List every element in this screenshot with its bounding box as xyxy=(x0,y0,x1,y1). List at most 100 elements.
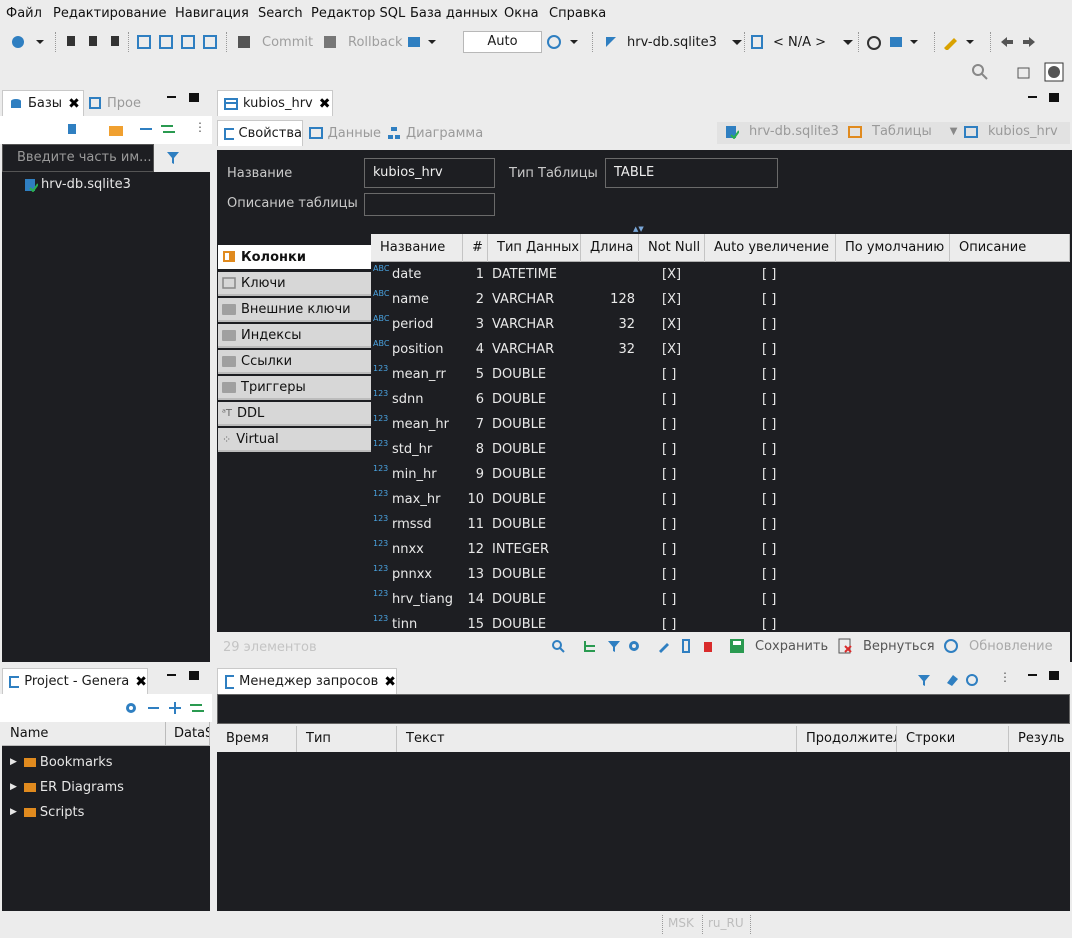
tab-kubios-hrv[interactable]: kubios_hrv ✖ xyxy=(217,90,333,116)
table-description-field[interactable] xyxy=(364,193,495,216)
tx-icon-3[interactable] xyxy=(180,32,196,52)
project-item-scripts[interactable]: ▶ Scripts xyxy=(10,801,84,823)
breadcrumb-datasource[interactable]: hrv-db.sqlite3 xyxy=(725,124,839,139)
project-item-bookmarks[interactable]: ▶ Bookmarks xyxy=(10,751,113,773)
tx-log-icon[interactable] xyxy=(546,32,580,52)
col-header-number[interactable]: # xyxy=(463,234,488,262)
table-row[interactable]: 123 std_hr 8 DOUBLE [ ] [ ] xyxy=(371,438,1070,463)
view-menu-icon[interactable]: ⋮ xyxy=(194,120,206,134)
menu-navigation[interactable]: Навигация xyxy=(175,6,249,21)
filter-icon[interactable] xyxy=(607,639,621,653)
maximize-icon[interactable] xyxy=(189,671,199,680)
filter-icon[interactable] xyxy=(917,673,931,687)
tab-triggers[interactable]: Триггеры xyxy=(218,376,371,400)
qm-col-result[interactable]: Резуль xyxy=(1009,726,1070,752)
close-icon[interactable]: ✖ xyxy=(384,674,396,690)
menu-sql-editor[interactable]: Редактор SQL xyxy=(311,6,405,21)
project-item-er-diagrams[interactable]: ▶ ER Diagrams xyxy=(10,776,124,798)
tab-projects[interactable]: Прое xyxy=(88,90,148,116)
link-icon[interactable] xyxy=(160,122,176,136)
menu-search[interactable]: Search xyxy=(258,6,303,21)
table-row[interactable]: 123 max_hr 10 DOUBLE [ ] [ ] xyxy=(371,488,1070,513)
table-row[interactable]: 123 min_hr 9 DOUBLE [ ] [ ] xyxy=(371,463,1070,488)
tab-project-general[interactable]: Project - Genera ✖ xyxy=(2,668,148,694)
col-header-auto-increment[interactable]: Auto увеличение xyxy=(705,234,836,262)
pencil-icon[interactable] xyxy=(942,32,978,52)
tab-references[interactable]: Ссылки xyxy=(218,350,371,374)
table-row[interactable]: 123 mean_hr 7 DOUBLE [ ] [ ] xyxy=(371,413,1070,438)
splitter-arrows-icon[interactable]: ▲▼ xyxy=(633,225,644,233)
clear-icon[interactable] xyxy=(945,673,959,687)
tree-icon[interactable] xyxy=(583,639,597,653)
tab-databases[interactable]: Базы ✖ xyxy=(2,90,84,116)
gear-icon[interactable] xyxy=(124,701,138,715)
search-icon[interactable] xyxy=(551,639,565,653)
table-row[interactable]: ABC date 1 DATETIME [X] [ ] xyxy=(371,263,1070,288)
table-row[interactable]: 123 hrv_tiang 14 DOUBLE [ ] [ ] xyxy=(371,588,1070,613)
tab-ddl[interactable]: ᵃT DDL xyxy=(218,402,371,426)
dbeaver-perspective-icon[interactable] xyxy=(1044,62,1064,82)
menu-edit[interactable]: Редактирование xyxy=(53,6,166,21)
close-icon[interactable]: ✖ xyxy=(319,96,331,112)
qm-col-duration[interactable]: Продолжител xyxy=(797,726,897,752)
link-icon[interactable] xyxy=(189,701,205,715)
qm-col-time[interactable]: Время xyxy=(217,726,297,752)
revert-button[interactable]: Вернуться xyxy=(837,638,935,654)
new-connection-icon[interactable] xyxy=(10,32,44,52)
table-row[interactable]: 123 nnxx 12 INTEGER [ ] [ ] xyxy=(371,538,1070,563)
rollback-button[interactable]: Rollback xyxy=(322,32,403,52)
col-header-description[interactable]: Описание xyxy=(950,234,1070,262)
tab-data[interactable]: Данные xyxy=(309,120,381,146)
maximize-icon[interactable] xyxy=(1049,671,1059,680)
refresh-icon[interactable] xyxy=(965,673,979,687)
tx-icon-2[interactable] xyxy=(158,32,174,52)
edit-icon[interactable] xyxy=(657,639,671,653)
add-connection-icon[interactable] xyxy=(64,122,80,138)
collapse-icon[interactable] xyxy=(140,128,152,130)
project-col-datasource[interactable]: DataSo xyxy=(166,722,210,746)
tab-foreign-keys[interactable]: Внешние ключи xyxy=(218,298,371,322)
qm-col-rows[interactable]: Строки xyxy=(897,726,1009,752)
menu-file[interactable]: Файл xyxy=(6,6,42,21)
query-filter-input[interactable] xyxy=(217,694,1070,724)
collapse-icon[interactable] xyxy=(148,707,159,709)
disconnect-icon[interactable] xyxy=(86,32,100,52)
save-button[interactable]: Сохранить xyxy=(729,638,828,654)
table-row[interactable]: 123 tinn 15 DOUBLE [ ] [ ] xyxy=(371,613,1070,630)
qm-col-type[interactable]: Тип xyxy=(297,726,397,752)
filter-input[interactable]: Введите часть им... xyxy=(2,144,154,172)
col-header-default[interactable]: По умолчанию xyxy=(836,234,950,262)
connect-icon[interactable] xyxy=(64,32,78,52)
table-row[interactable]: 123 mean_rr 5 DOUBLE [ ] [ ] xyxy=(371,363,1070,388)
table-name-field[interactable]: kubios_hrv xyxy=(364,158,495,188)
breadcrumb-table[interactable]: kubios_hrv xyxy=(964,124,1058,139)
tab-columns[interactable]: Колонки xyxy=(218,245,371,269)
menu-window[interactable]: Окна xyxy=(504,6,539,21)
expand-icon[interactable] xyxy=(168,701,182,715)
qm-col-text[interactable]: Текст xyxy=(397,726,797,752)
table-row[interactable]: 123 rmssd 11 DOUBLE [ ] [ ] xyxy=(371,513,1070,538)
menu-database[interactable]: База данных xyxy=(410,6,498,21)
refresh-button[interactable]: Обновление xyxy=(943,638,1053,654)
search-icon[interactable] xyxy=(972,64,988,80)
minimize-icon[interactable] xyxy=(167,96,176,98)
minimize-icon[interactable] xyxy=(1028,674,1037,676)
filter-icon[interactable] xyxy=(166,150,192,166)
minimize-icon[interactable] xyxy=(1028,96,1037,98)
add-column-icon[interactable] xyxy=(679,639,693,653)
tree-node-database[interactable]: hrv-db.sqlite3 xyxy=(24,177,131,192)
expand-arrow-icon[interactable]: ▶ xyxy=(10,782,17,792)
schema-selector[interactable]: < N/A > xyxy=(749,32,856,52)
col-header-not-null[interactable]: Not Null xyxy=(639,234,705,262)
close-icon[interactable]: ✖ xyxy=(135,674,147,690)
tab-diagram[interactable]: Диаграмма xyxy=(387,120,487,146)
dashboard-icon[interactable] xyxy=(866,32,882,52)
forward-icon[interactable] xyxy=(1021,32,1037,52)
open-perspective-icon[interactable] xyxy=(1016,64,1032,80)
tx-mode-icon[interactable] xyxy=(406,32,440,52)
project-col-name[interactable]: Name xyxy=(2,722,166,746)
view-menu-icon[interactable]: ⋮ xyxy=(999,670,1011,684)
tx-icon-4[interactable] xyxy=(202,32,218,52)
close-icon[interactable]: ✖ xyxy=(68,96,80,112)
tx-icon-1[interactable] xyxy=(136,32,152,52)
